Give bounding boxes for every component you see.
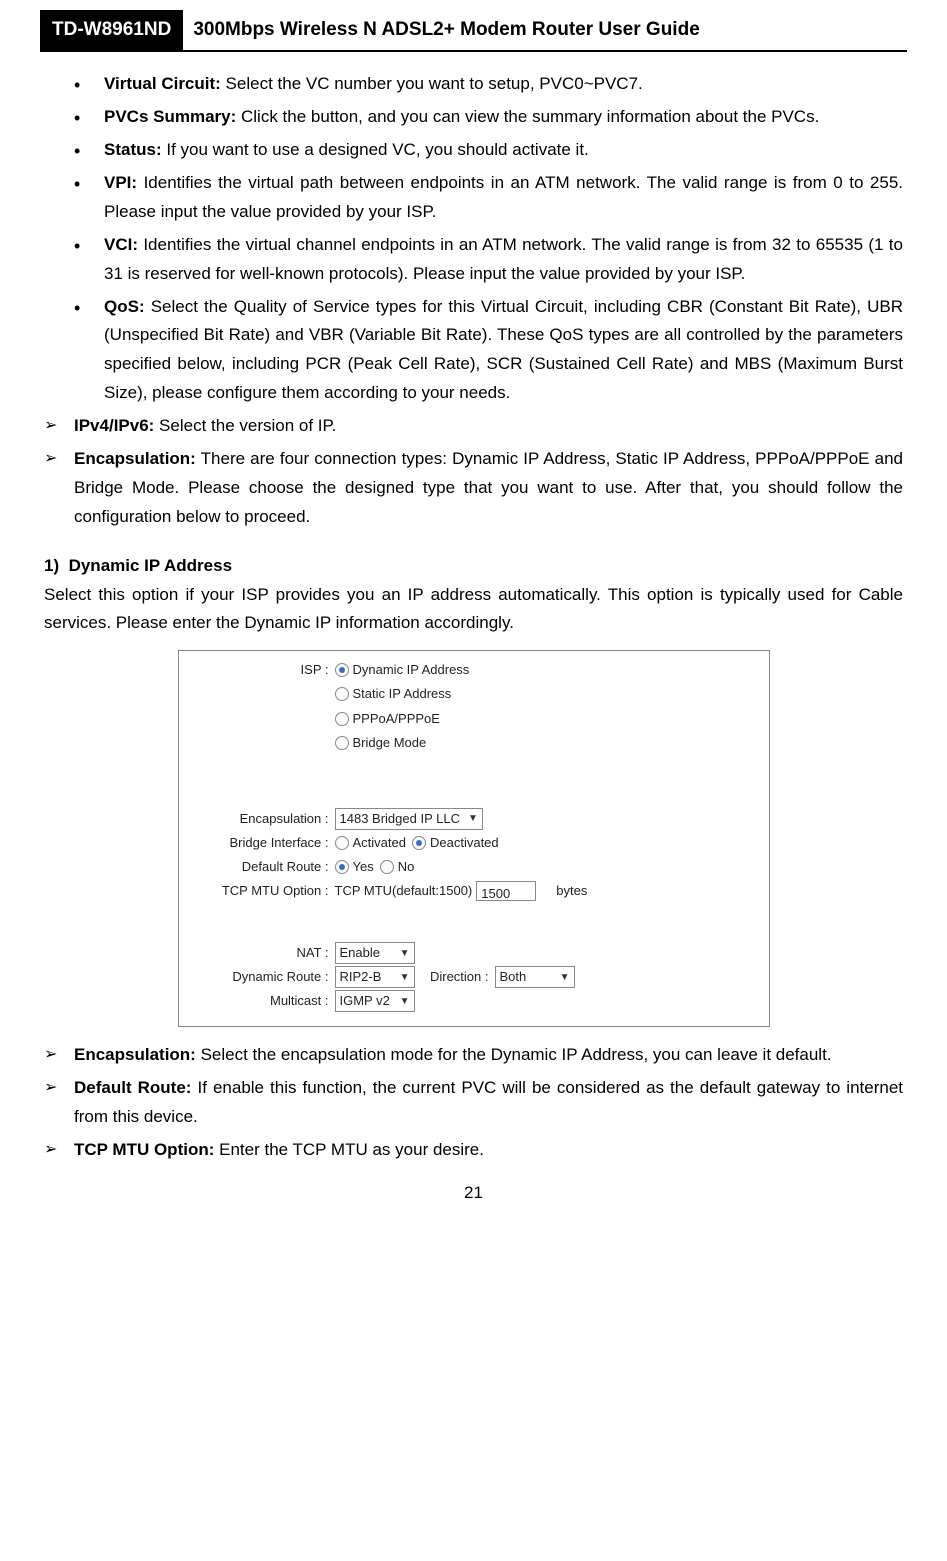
term: Virtual Circuit: [104,74,221,93]
arrow-item: Default Route: If enable this function, … [44,1074,903,1132]
radio-label: Deactivated [430,832,499,854]
chevron-down-icon: ▼ [400,945,410,962]
desc: Select the version of IP. [154,416,336,435]
term: PVCs Summary: [104,107,236,126]
radio-label: No [398,856,415,878]
direction-select[interactable]: Both ▼ [495,966,575,988]
arrow-list-1: IPv4/IPv6: Select the version of IP. Enc… [44,412,903,532]
radio-label: Bridge Mode [353,732,427,754]
desc: Select the Quality of Service types for … [104,297,903,403]
radio-route-yes[interactable] [335,860,349,874]
desc: If you want to use a designed VC, you sh… [162,140,589,159]
select-value: Enable [340,942,380,964]
term: Encapsulation: [74,449,196,468]
page-number: 21 [44,1179,903,1208]
encapsulation-label: Encapsulation : [189,808,335,830]
section-heading: 1) Dynamic IP Address [44,552,903,581]
radio-label: Dynamic IP Address [353,659,470,681]
radio-label: Activated [353,832,406,854]
section-desc: Select this option if your ISP provides … [44,581,903,639]
arrow-item: Encapsulation: There are four connection… [44,445,903,532]
select-value: RIP2-B [340,966,382,988]
bullet-item: PVCs Summary: Click the button, and you … [74,103,903,132]
arrow-item: IPv4/IPv6: Select the version of IP. [44,412,903,441]
radio-bridge[interactable] [335,736,349,750]
radio-bridge-deactivated[interactable] [412,836,426,850]
dyn-route-select[interactable]: RIP2-B ▼ [335,966,415,988]
select-value: Both [500,966,527,988]
bullet-item: QoS: Select the Quality of Service types… [74,293,903,409]
encapsulation-select[interactable]: 1483 Bridged IP LLC ▼ [335,808,483,830]
bullet-list: Virtual Circuit: Select the VC number yo… [44,70,903,408]
config-figure: ISP : Dynamic IP Address Static IP Addre… [178,650,770,1027]
header-title: 300Mbps Wireless N ADSL2+ Modem Router U… [193,14,699,46]
arrow-item: TCP MTU Option: Enter the TCP MTU as you… [44,1136,903,1165]
chevron-down-icon: ▼ [400,993,410,1010]
term: VCI: [104,235,138,254]
select-value: 1483 Bridged IP LLC [340,808,460,830]
nat-label: NAT : [189,942,335,964]
radio-dynamic-ip[interactable] [335,663,349,677]
term: Encapsulation: [74,1045,196,1064]
term: IPv4/IPv6: [74,416,154,435]
arrow-list-2: Encapsulation: Select the encapsulation … [44,1041,903,1165]
radio-bridge-activated[interactable] [335,836,349,850]
desc: Select the VC number you want to setup, … [221,74,643,93]
nat-select[interactable]: Enable ▼ [335,942,415,964]
arrow-item: Encapsulation: Select the encapsulation … [44,1041,903,1070]
desc: Identifies the virtual path between endp… [104,173,903,221]
chevron-down-icon: ▼ [468,810,478,827]
bullet-item: VCI: Identifies the virtual channel endp… [74,231,903,289]
mtu-label: TCP MTU Option : [189,880,335,902]
mtu-suffix: bytes [556,880,587,902]
term: QoS: [104,297,145,316]
bullet-item: Virtual Circuit: Select the VC number yo… [74,70,903,99]
desc: If enable this function, the current PVC… [74,1078,903,1126]
multicast-select[interactable]: IGMP v2 ▼ [335,990,415,1012]
term: Default Route: [74,1078,191,1097]
chevron-down-icon: ▼ [560,969,570,986]
term: VPI: [104,173,137,192]
bullet-item: VPI: Identifies the virtual path between… [74,169,903,227]
term: TCP MTU Option: [74,1140,214,1159]
default-route-label: Default Route : [189,856,335,878]
radio-label: Static IP Address [353,683,452,705]
radio-label: Yes [353,856,374,878]
dyn-route-label: Dynamic Route : [189,966,335,988]
term: Status: [104,140,162,159]
mtu-input[interactable]: 1500 [476,881,536,901]
desc: Click the button, and you can view the s… [236,107,819,126]
desc: There are four connection types: Dynamic… [74,449,903,526]
section-title-text: Dynamic IP Address [69,556,232,575]
page-content: Virtual Circuit: Select the VC number yo… [0,70,947,1208]
direction-label: Direction : [415,966,495,988]
chevron-down-icon: ▼ [400,969,410,986]
radio-pppoa[interactable] [335,712,349,726]
radio-label: PPPoA/PPPoE [353,708,440,730]
radio-route-no[interactable] [380,860,394,874]
page-header: TD-W8961ND 300Mbps Wireless N ADSL2+ Mod… [40,10,907,52]
desc: Enter the TCP MTU as your desire. [214,1140,484,1159]
desc: Identifies the virtual channel endpoints… [104,235,903,283]
model-badge: TD-W8961ND [40,10,183,50]
section-num: 1) [44,556,59,575]
mtu-prefix: TCP MTU(default:1500) [335,880,473,902]
radio-static-ip[interactable] [335,687,349,701]
multicast-label: Multicast : [189,990,335,1012]
bridge-label: Bridge Interface : [189,832,335,854]
select-value: IGMP v2 [340,990,390,1012]
bullet-item: Status: If you want to use a designed VC… [74,136,903,165]
desc: Select the encapsulation mode for the Dy… [196,1045,832,1064]
isp-label: ISP : [189,659,335,681]
